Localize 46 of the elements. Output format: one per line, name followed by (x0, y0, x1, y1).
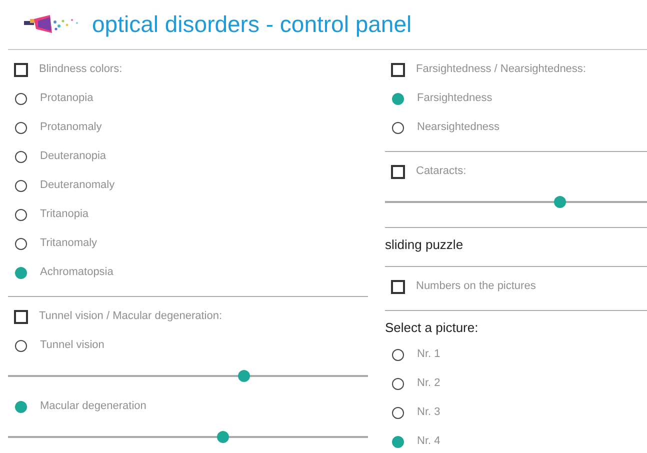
checkbox[interactable] (391, 62, 405, 76)
radio-button[interactable] (15, 238, 27, 250)
checkbox-label: Tunnel vision / Macular degeneration: (39, 309, 222, 324)
radio-button[interactable] (15, 122, 27, 134)
radio-button[interactable] (15, 92, 27, 104)
checkbox[interactable] (14, 62, 28, 76)
radio-label: Nr. 4 (417, 434, 440, 450)
checkbox[interactable] (14, 310, 28, 324)
radio-label: Deuteranomaly (40, 178, 115, 194)
radio-button[interactable] (392, 378, 404, 390)
radio-label: Protanomaly (40, 120, 102, 136)
radio-label: Protanopia (40, 91, 94, 106)
radio-label: Nr. 2 (417, 376, 440, 392)
radio-button[interactable] (392, 406, 404, 418)
radio-label: Tritanomaly (40, 236, 98, 252)
page-title: optical disorders - control panel (92, 13, 412, 36)
checkbox[interactable] (391, 164, 405, 178)
section-heading: sliding puzzle (385, 236, 464, 254)
radio-button[interactable] (15, 340, 27, 352)
radio-label: Nearsightedness (417, 120, 500, 136)
radio-label: Achromatopsia (40, 265, 114, 280)
slider-thumb[interactable] (554, 196, 566, 208)
radio-label: Nr. 1 (417, 347, 440, 362)
checkbox[interactable] (391, 280, 405, 294)
radio-button[interactable] (392, 436, 404, 448)
radio-button[interactable] (392, 122, 404, 134)
radio-button[interactable] (15, 150, 27, 162)
radio-label: Deuteranopia (40, 149, 106, 164)
checkbox-label: Farsightedness / Nearsightedness: (416, 62, 586, 78)
checkbox-label: Cataracts: (416, 164, 466, 180)
checkbox-label: Numbers on the pictures (416, 279, 536, 294)
radio-button[interactable] (392, 348, 404, 360)
checkbox-label: Blindness colors: (39, 62, 122, 78)
radio-label: Nr. 3 (417, 405, 440, 420)
radio-button[interactable] (15, 400, 27, 412)
radio-button[interactable] (15, 180, 27, 192)
radio-label: Tritanopia (40, 207, 89, 222)
radio-button[interactable] (15, 266, 27, 278)
radio-button[interactable] (392, 92, 404, 104)
radio-label: Macular degeneration (40, 399, 146, 414)
section-heading: Select a picture: (385, 319, 478, 338)
slider-thumb[interactable] (216, 431, 229, 443)
radio-label: Tunnel vision (40, 338, 104, 354)
slider-thumb[interactable] (238, 370, 250, 382)
radio-label: Farsightedness (417, 91, 492, 106)
radio-button[interactable] (15, 208, 27, 220)
